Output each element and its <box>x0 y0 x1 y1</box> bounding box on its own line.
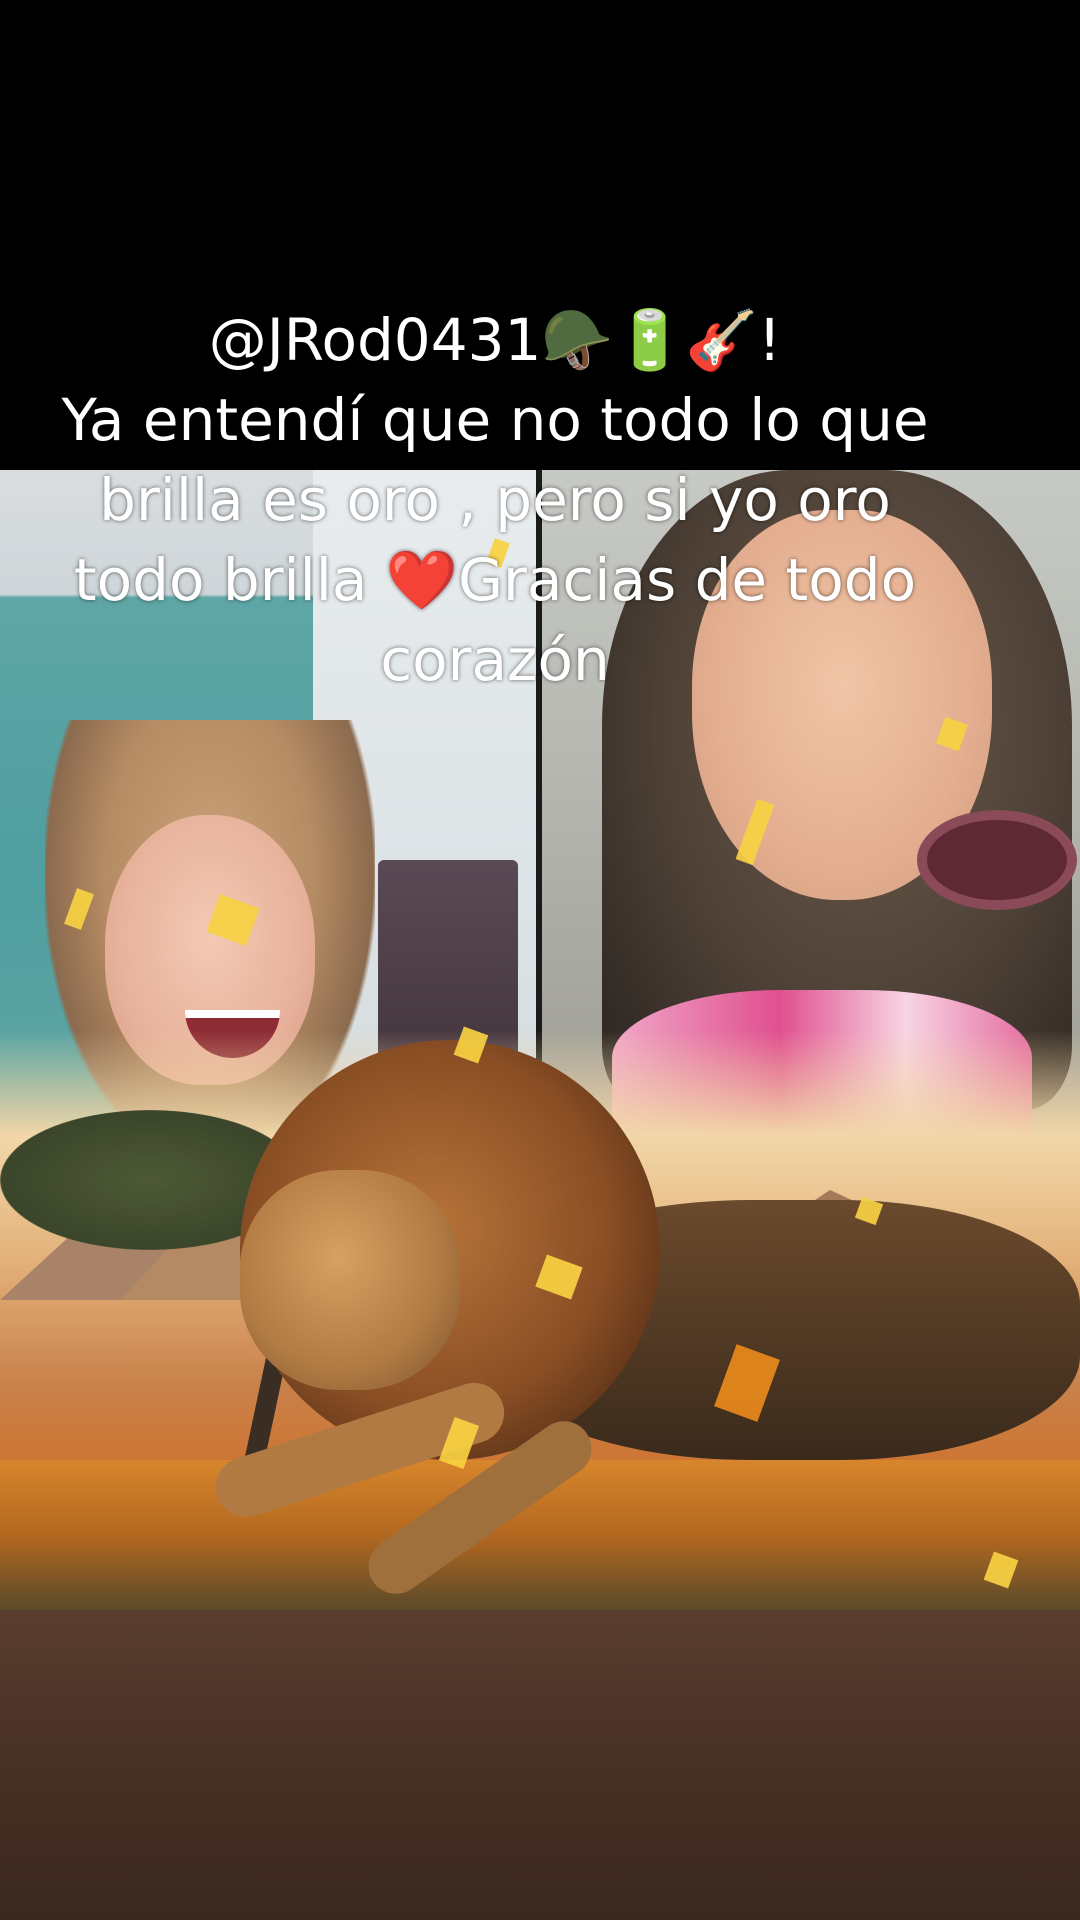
caption-overlay: @JRod0431🪖🔋🎸! Ya entendí que no todo lo … <box>30 300 960 700</box>
caption-handle-line: @JRod0431🪖🔋🎸! <box>208 306 782 374</box>
lion-head <box>240 1170 460 1390</box>
foreground-rock <box>0 1610 1080 1920</box>
lion-effect <box>200 1040 1080 1620</box>
caption-message: Ya entendí que no todo lo que brilla es … <box>61 386 929 694</box>
right-participant-mouth <box>917 810 1077 910</box>
